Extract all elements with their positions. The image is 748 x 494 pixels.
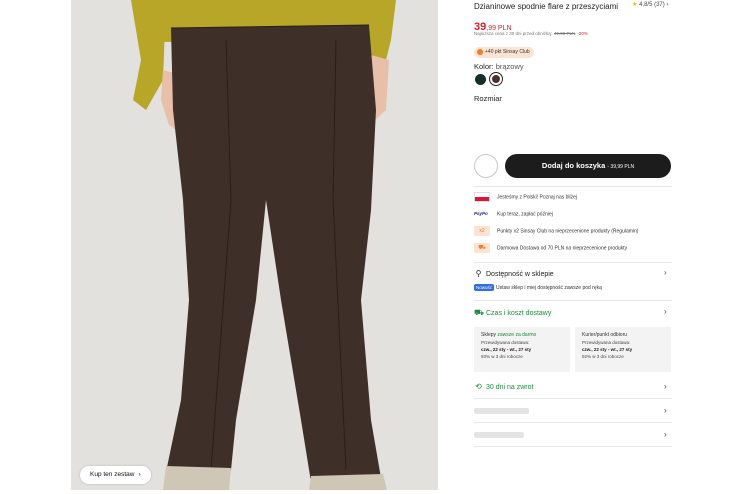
chevron-right-icon[interactable]: › (664, 382, 667, 391)
club-points-badge: +40 pkt Sinsay Club (474, 47, 534, 58)
info-text: Jesteśmy z Polski! Poznaj nas bliżej (497, 194, 578, 201)
info-text: Punkty x2 Sinsay Club na nieprzecenione … (497, 228, 639, 235)
divider (474, 186, 672, 187)
obscured-row[interactable] (474, 408, 529, 414)
delivery-box-courier: Kurier/punkt odbioru Przewidywana dostaw… (575, 327, 671, 372)
store-subtitle: Nowość Ustaw sklep i miej dostępność zaws… (474, 284, 602, 291)
delivery-section-toggle[interactable]: ⛟ Czas i koszt dostawy (474, 308, 551, 318)
info-text: Kup teraz, zapłać później (497, 211, 553, 218)
store-title: Dostępność w sklepie (486, 271, 554, 278)
favorite-button[interactable] (474, 154, 498, 178)
color-value: brązowy (495, 62, 524, 71)
color-label-text: Kolor: (474, 62, 494, 71)
color-swatch-green[interactable] (475, 74, 486, 85)
chevron-right-icon[interactable]: › (664, 430, 667, 439)
product-title: Dzianinowe spodnie flare z przeszyciami (474, 2, 619, 11)
new-badge: Nowość (474, 284, 495, 291)
discount-percent: -20% (577, 31, 588, 36)
old-price: 49,99 PLN (554, 31, 576, 36)
divider (474, 446, 672, 447)
returns-title: 30 dni na zwrot (486, 384, 534, 391)
delivery-box-stores: Sklepy zawsze za darmo Przewidywana dost… (474, 327, 570, 372)
info-row-points[interactable]: x2 Punkty x2 Sinsay Club na nieprzecenion… (474, 226, 638, 236)
divider (474, 398, 672, 399)
delivery-label: Przewidywana dostawa: (582, 340, 631, 345)
size-label: Rozmiar (474, 94, 502, 103)
chevron-down-icon[interactable]: › (664, 307, 667, 316)
divider (474, 300, 672, 301)
add-to-cart-label: Dodaj do koszyka (541, 161, 606, 170)
obscured-row[interactable] (474, 432, 524, 438)
chevron-right-icon[interactable]: › (664, 268, 667, 277)
lowest-price-label: Najniższa cena z 30 dni przed obniżką: (474, 31, 553, 36)
lowest-price-info: Najniższa cena z 30 dni przed obniżką: 49… (474, 31, 588, 36)
delivery-note: zawsze za darmo (497, 332, 537, 338)
rating-value: 4,8/5 (639, 2, 653, 8)
chevron-right-icon: › (138, 471, 141, 478)
delivery-percent: 92% w 3 dni robocze (582, 354, 624, 359)
star-icon: ★ (632, 2, 638, 8)
delivery-title: Czas i koszt dostawy (486, 310, 552, 317)
delivery-percent: 93% w 3 dni robocze (481, 354, 523, 359)
divider (474, 262, 672, 263)
rating-count: (37) (654, 2, 665, 8)
delivery-dates: czw., 22 sty - wt., 27 sty (481, 347, 532, 352)
divider (474, 422, 672, 423)
info-row-paypo: PayPo Kup teraz, zapłać później (474, 209, 553, 219)
delivery-label: Przewidywana dostawa: (481, 340, 530, 345)
buy-set-button[interactable]: Kup ten zestaw › (80, 466, 151, 484)
return-arrow-icon: ⟲ (475, 382, 482, 391)
returns-link[interactable]: ⟲ 30 dni na zwrot (474, 382, 533, 391)
buy-set-label: Kup ten zestaw (90, 471, 135, 478)
club-icon (477, 48, 483, 55)
delivery-method: Sklepy (481, 332, 497, 338)
info-row-poland: Jesteśmy z Polski! Poznaj nas bliżej (474, 192, 577, 202)
product-rating[interactable]: ★ 4,8/5 (37) › (632, 1, 668, 8)
product-photo[interactable] (71, 0, 438, 490)
delivery-dates: czw., 22 sty - wt., 27 sty (582, 347, 633, 352)
truck-icon: ⛟ (474, 243, 490, 253)
truck-outline-icon: ⛟ (474, 308, 485, 317)
color-label: Kolor: brązowy (474, 62, 524, 71)
color-swatch-brown-selected[interactable] (489, 72, 503, 86)
delivery-method: Kurier/punkt odbioru (582, 332, 628, 338)
info-row-delivery: ⛟ Darmowa Dostawa od 70 PLN na nieprzecen… (474, 243, 627, 253)
add-to-cart-price: - 39,99 PLN (607, 164, 635, 170)
pants-illustration (131, 0, 396, 490)
poland-flag-icon (474, 192, 490, 202)
chevron-right-icon: › (666, 2, 669, 8)
location-pin-icon: ⚲ (475, 269, 482, 278)
add-to-cart-button[interactable]: Dodaj do koszyka - 39,99 PLN (505, 154, 671, 178)
club-badge-text: +40 pkt Sinsay Club (485, 49, 530, 55)
store-subtitle-text: Ustaw sklep i miej dostępność zawsze pod… (496, 284, 602, 291)
chevron-right-icon[interactable]: › (664, 406, 667, 415)
info-text: Darmowa Dostawa od 70 PLN na nieprzeceni… (497, 245, 628, 252)
store-availability-link[interactable]: ⚲ Dostępność w sklepie (474, 269, 554, 278)
points-icon: x2 (474, 226, 490, 236)
paypo-icon: PayPo (474, 209, 490, 219)
